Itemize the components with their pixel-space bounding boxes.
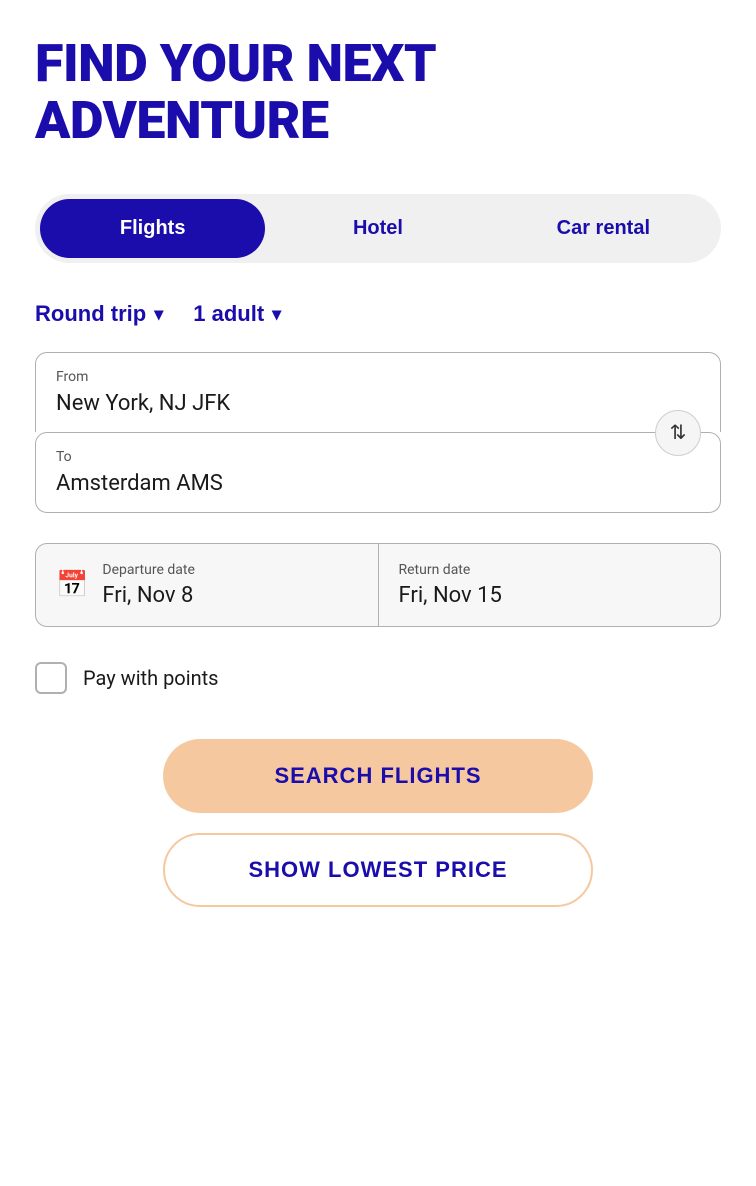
passengers-dropdown[interactable]: 1 adult ▾ (193, 301, 281, 327)
pay-with-points-checkbox[interactable] (35, 662, 67, 694)
passengers-label: 1 adult (193, 301, 264, 327)
tab-bar: Flights Hotel Car rental (35, 194, 721, 263)
tab-car-rental[interactable]: Car rental (491, 199, 716, 258)
page-title: FIND YOUR NEXT ADVENTURE (35, 35, 721, 149)
trip-type-dropdown[interactable]: Round trip ▾ (35, 301, 163, 327)
swap-icon: ⇅ (670, 420, 687, 445)
passengers-chevron-icon: ▾ (272, 304, 281, 325)
departure-date-field[interactable]: 📅 Departure date Fri, Nov 8 (36, 544, 379, 626)
return-date-field[interactable]: Return date Fri, Nov 15 (379, 544, 721, 626)
pay-with-points-row: Pay with points (35, 662, 721, 694)
calendar-icon: 📅 (56, 570, 88, 600)
departure-info: Departure date Fri, Nov 8 (102, 562, 195, 608)
return-label: Return date (399, 562, 701, 578)
departure-label: Departure date (102, 562, 195, 578)
from-value: New York, NJ JFK (56, 391, 700, 416)
trip-type-chevron-icon: ▾ (154, 304, 163, 325)
departure-value: Fri, Nov 8 (102, 583, 195, 608)
search-flights-button[interactable]: SEARCH FLIGHTS (163, 739, 593, 813)
filter-row: Round trip ▾ 1 adult ▾ (35, 301, 721, 327)
date-row: 📅 Departure date Fri, Nov 8 Return date … (35, 543, 721, 627)
pay-with-points-label: Pay with points (83, 666, 219, 690)
swap-button[interactable]: ⇅ (655, 410, 701, 456)
from-label: From (56, 369, 700, 385)
from-field[interactable]: From New York, NJ JFK (35, 352, 721, 432)
trip-type-label: Round trip (35, 301, 146, 327)
location-fields: From New York, NJ JFK To Amsterdam AMS ⇅ (35, 352, 721, 513)
to-label: To (56, 449, 700, 465)
tab-flights[interactable]: Flights (40, 199, 265, 258)
show-lowest-price-button[interactable]: SHOW LOWEST PRICE (163, 833, 593, 907)
to-field[interactable]: To Amsterdam AMS (35, 432, 721, 513)
to-value: Amsterdam AMS (56, 471, 700, 496)
tab-hotel[interactable]: Hotel (265, 199, 490, 258)
return-value: Fri, Nov 15 (399, 583, 701, 608)
